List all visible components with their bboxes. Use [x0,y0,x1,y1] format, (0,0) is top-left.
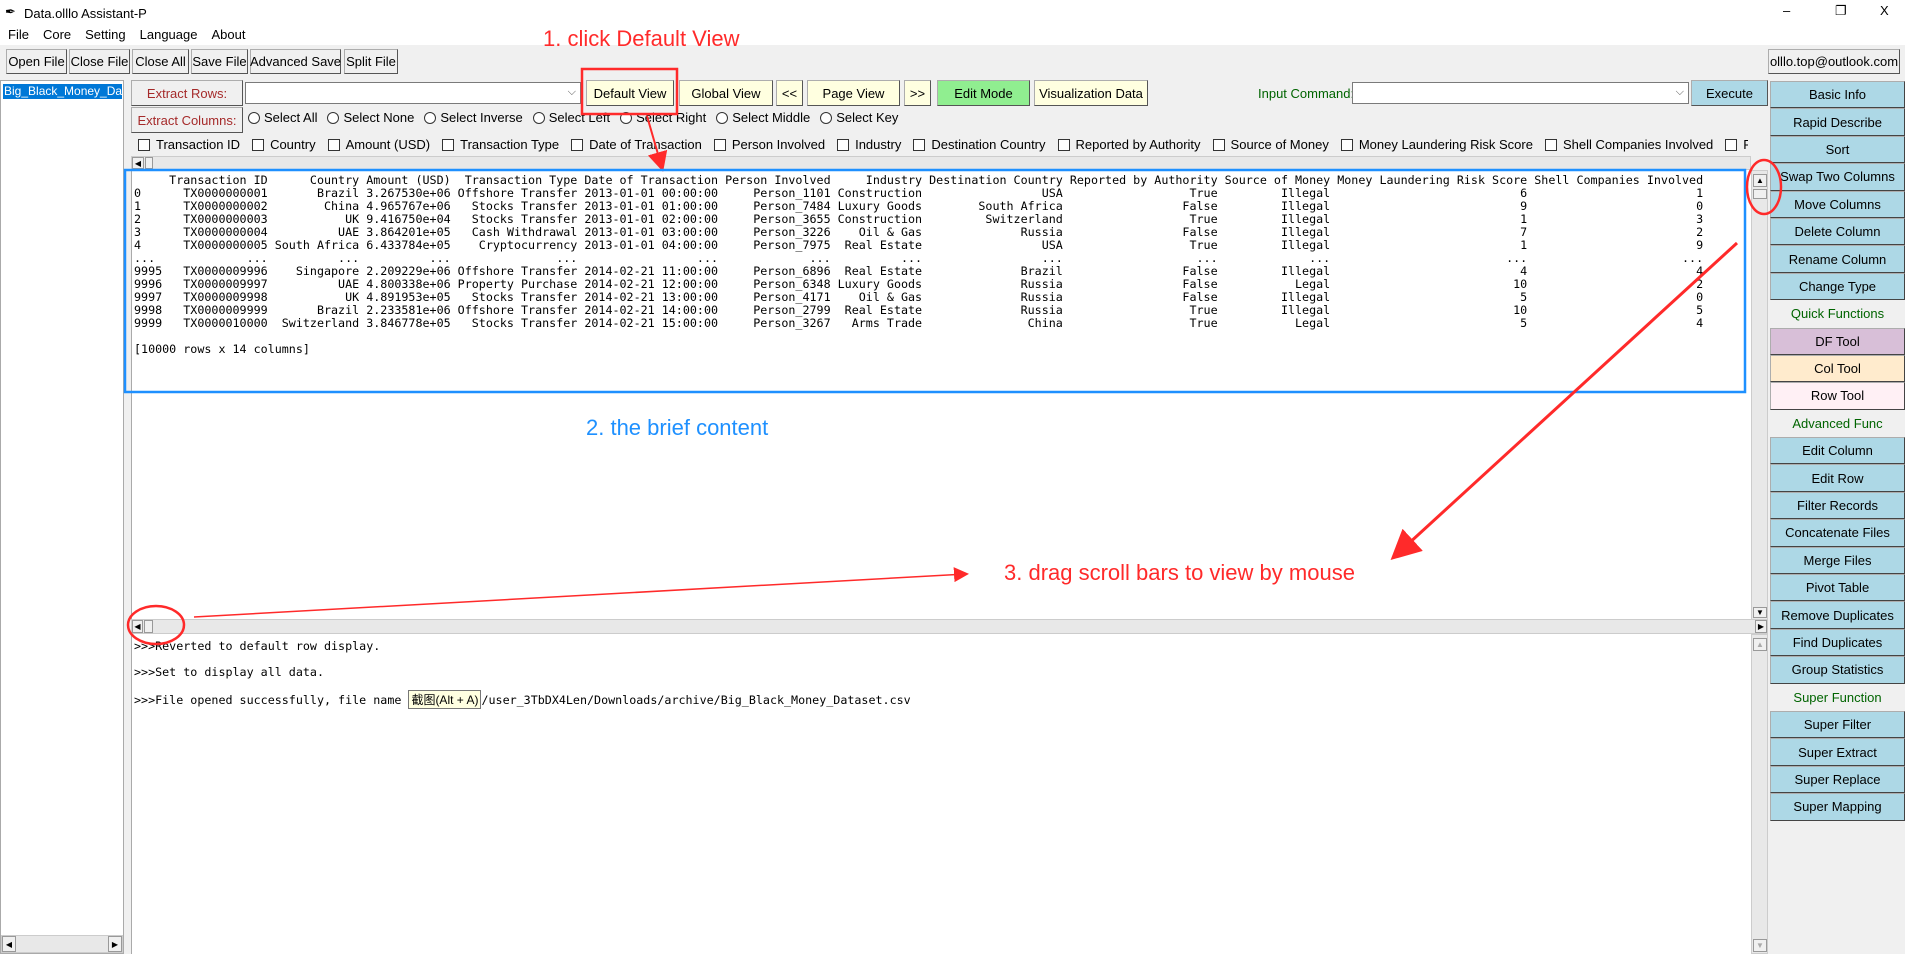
annotation-overlay [123,67,1783,646]
annotation-step1: 1. click Default View [543,26,740,51]
highlight-content-box [123,168,1747,394]
highlight-default-view-box [580,67,679,116]
arrow-to-content [646,115,668,172]
highlight-vscroll-circle [1745,158,1783,216]
arrow-vscroll [1390,241,1739,561]
annotation-step2: 2. the brief content [586,415,769,440]
annotation-step3: 3. drag scroll bars to view by mouse [1004,560,1355,585]
highlight-hscroll-circle [126,604,186,646]
arrow-hscroll [193,567,969,618]
